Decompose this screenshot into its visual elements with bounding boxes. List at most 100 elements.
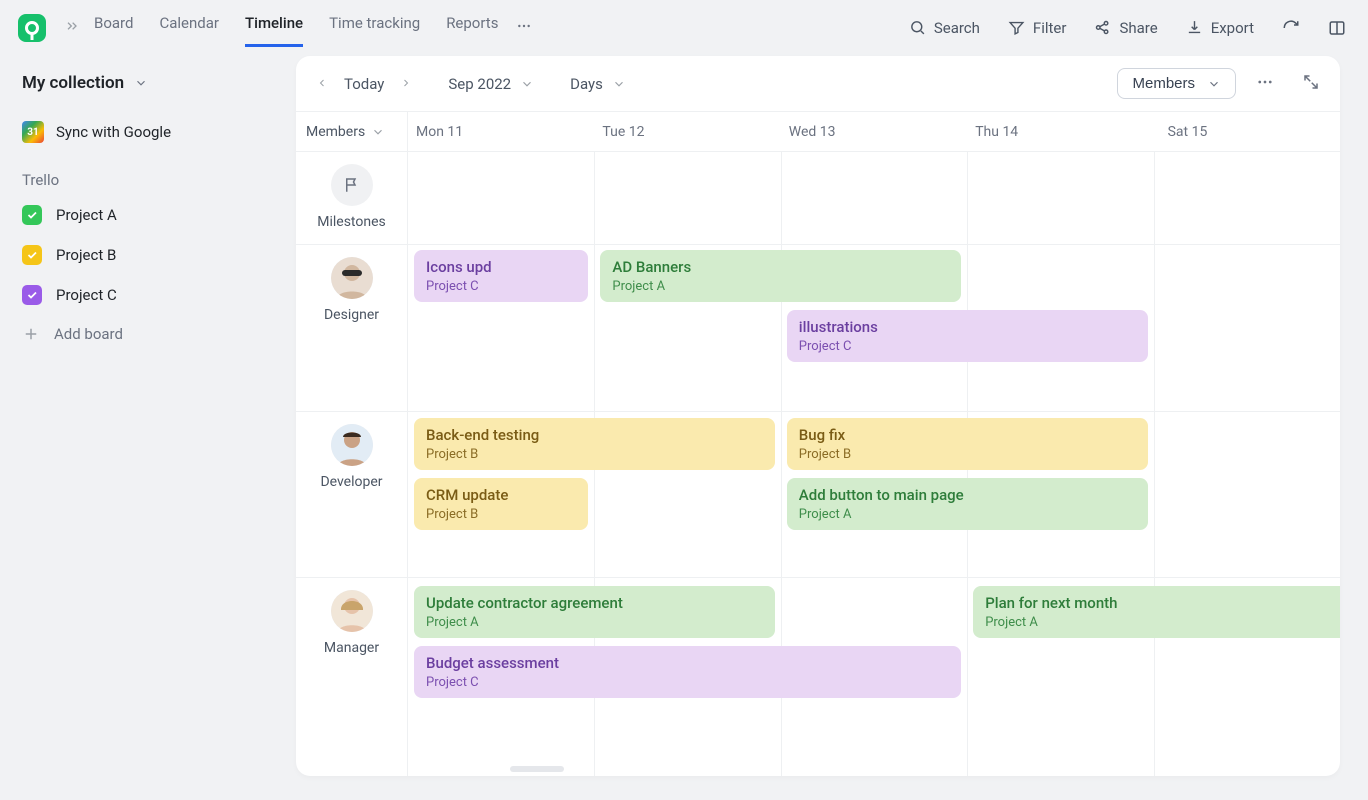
day-headers: Mon 11Tue 12Wed 13Thu 14Sat 15 (408, 112, 1340, 151)
row-label-text: Designer (324, 307, 379, 323)
toolbar-more-icon[interactable] (1256, 73, 1274, 95)
timeline-panel: Today Sep 2022 Days Members Members (296, 56, 1340, 776)
task-bar[interactable]: illustrations Project C (787, 310, 1148, 362)
tab-calendar[interactable]: Calendar (159, 8, 219, 47)
row-developer: Developer (296, 412, 407, 578)
add-board-label: Add board (54, 325, 123, 343)
tab-timeline[interactable]: Timeline (245, 8, 303, 47)
collapse-sidebar-icon[interactable] (64, 18, 80, 38)
filter-icon (1008, 19, 1025, 36)
task-title: Update contractor agreement (426, 594, 763, 612)
share-action[interactable]: Share (1094, 19, 1157, 37)
day-header: Tue 12 (594, 112, 780, 151)
tab-board[interactable]: Board (94, 8, 133, 47)
task-title: Icons upd (426, 258, 576, 276)
task-project: Project A (426, 615, 763, 630)
task-title: Add button to main page (799, 486, 1136, 504)
chevron-down-icon (612, 77, 626, 91)
task-project: Project B (799, 447, 1136, 462)
sync-label: Sync with Google (56, 123, 171, 141)
task-project: Project C (426, 279, 576, 294)
search-icon (909, 19, 926, 36)
board-item-proj-c[interactable]: Project C (22, 285, 256, 305)
task-title: Plan for next month (985, 594, 1340, 612)
timeline-grid: Milestones Designer Developer Manager (296, 152, 1340, 776)
chevron-down-icon (1207, 77, 1221, 91)
prev-period-button[interactable] (316, 75, 328, 93)
horizontal-scrollbar[interactable] (510, 766, 564, 772)
task-bar[interactable]: Add button to main page Project A (787, 478, 1148, 530)
task-bar[interactable]: Icons upd Project C (414, 250, 588, 302)
chevron-down-icon (520, 77, 534, 91)
task-bar[interactable]: Budget assessment Project C (414, 646, 961, 698)
today-button[interactable]: Today (344, 75, 384, 93)
refresh-icon[interactable] (1282, 19, 1300, 37)
row-label-header[interactable]: Members (296, 112, 408, 151)
row-label-header-text: Members (306, 124, 365, 140)
checkbox-icon (22, 205, 42, 225)
sidebar-title[interactable]: My collection (22, 73, 256, 93)
tab-reports[interactable]: Reports (446, 8, 498, 47)
task-project: Project A (799, 507, 1136, 522)
add-board-button[interactable]: Add board (22, 325, 256, 343)
search-action[interactable]: Search (909, 19, 980, 37)
row-labels: Milestones Designer Developer Manager (296, 152, 408, 776)
row-label-text: Manager (324, 640, 379, 656)
tab-time-tracking[interactable]: Time tracking (329, 8, 420, 47)
month-selector[interactable]: Sep 2022 (448, 75, 534, 93)
groupby-button[interactable]: Members (1117, 68, 1236, 99)
task-bar[interactable]: Plan for next month Project A (973, 586, 1340, 638)
filter-label: Filter (1033, 19, 1067, 37)
chevron-down-icon (134, 76, 148, 90)
avatar (331, 590, 373, 632)
task-title: CRM update (426, 486, 576, 504)
task-bar[interactable]: Back-end testing Project B (414, 418, 775, 470)
task-bar[interactable]: Bug fix Project B (787, 418, 1148, 470)
share-label: Share (1119, 19, 1157, 37)
app-header: Board Calendar Timeline Time tracking Re… (0, 0, 1368, 55)
timeline-toolbar: Today Sep 2022 Days Members (296, 56, 1340, 112)
board-item-proj-a[interactable]: Project A (22, 205, 256, 225)
task-project: Project B (426, 507, 576, 522)
avatar (331, 424, 373, 466)
chevron-down-icon (371, 125, 385, 139)
flag-icon (331, 164, 373, 206)
more-tabs-icon[interactable] (516, 18, 532, 38)
filter-action[interactable]: Filter (1008, 19, 1067, 37)
day-header: Thu 14 (967, 112, 1153, 151)
fullscreen-icon[interactable] (1302, 73, 1320, 95)
sync-with-google[interactable]: 31 Sync with Google (22, 121, 256, 143)
day-header: Mon 11 (408, 112, 594, 151)
next-period-button[interactable] (400, 75, 412, 93)
task-bar[interactable]: Update contractor agreement Project A (414, 586, 775, 638)
task-project: Project C (799, 339, 1136, 354)
sidebar: My collection 31 Sync with Google Trello… (0, 55, 278, 361)
search-label: Search (934, 19, 980, 37)
export-action[interactable]: Export (1186, 19, 1254, 37)
panel-toggle-icon[interactable] (1328, 19, 1346, 37)
export-label: Export (1211, 19, 1254, 37)
day-header: Sat 15 (1154, 112, 1340, 151)
board-item-proj-b[interactable]: Project B (22, 245, 256, 265)
avatar (331, 257, 373, 299)
row-milestones: Milestones (296, 152, 407, 245)
month-label: Sep 2022 (448, 75, 511, 93)
day-header: Wed 13 (781, 112, 967, 151)
task-title: Bug fix (799, 426, 1136, 444)
task-project: Project C (426, 675, 949, 690)
export-icon (1186, 19, 1203, 36)
app-logo[interactable] (18, 14, 46, 42)
task-bar[interactable]: AD Banners Project A (600, 250, 961, 302)
task-project: Project B (426, 447, 763, 462)
share-icon (1094, 19, 1111, 36)
task-project: Project A (985, 615, 1340, 630)
google-calendar-icon: 31 (22, 121, 44, 143)
range-label: Days (570, 75, 603, 93)
plus-icon (22, 325, 40, 343)
range-selector[interactable]: Days (570, 75, 626, 93)
row-designer: Designer (296, 245, 407, 411)
task-title: illustrations (799, 318, 1136, 336)
row-label-text: Developer (320, 474, 382, 490)
task-bar[interactable]: CRM update Project B (414, 478, 588, 530)
grid-area[interactable]: Icons upd Project C AD Banners Project A… (408, 152, 1340, 776)
